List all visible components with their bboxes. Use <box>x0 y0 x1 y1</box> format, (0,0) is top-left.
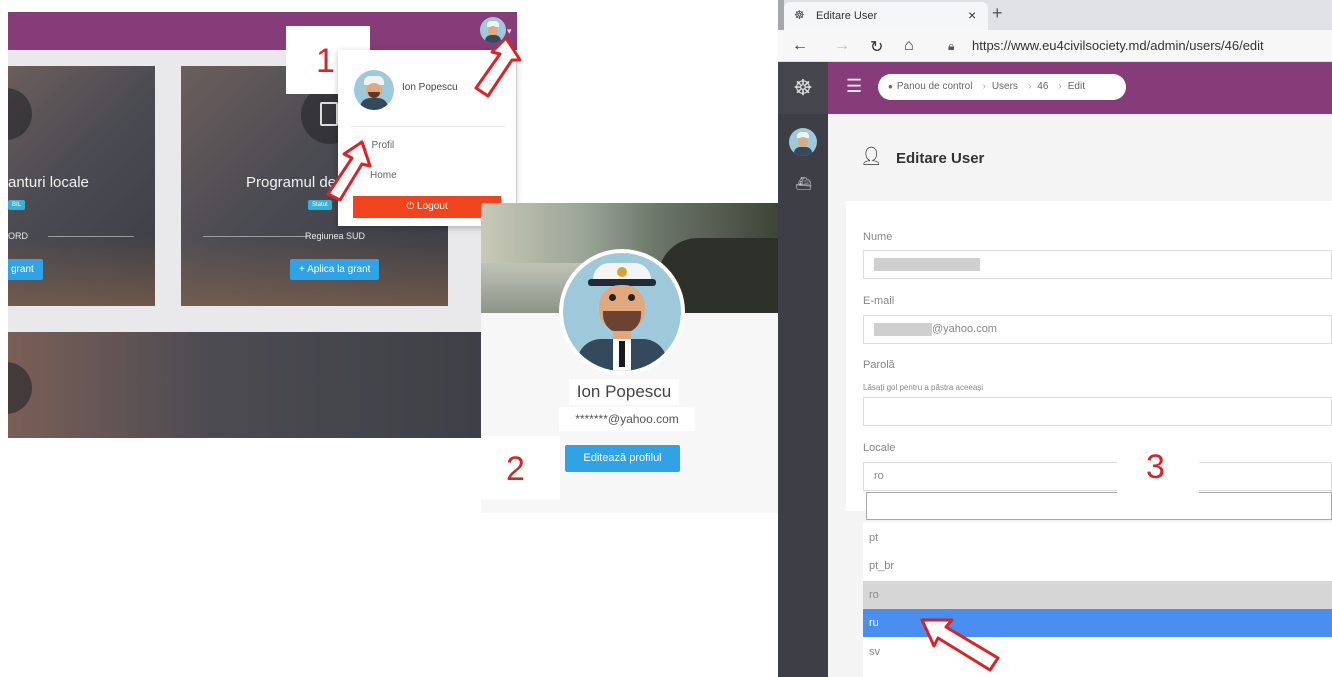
step-number-1: 1 <box>316 42 335 80</box>
document-icon <box>320 102 338 126</box>
locale-label: Locale <box>863 442 896 454</box>
status-badge: BIL <box>8 200 26 210</box>
card-region: ORD <box>8 231 28 241</box>
password-label: Parolă <box>863 359 895 371</box>
admin-header: ☰ ● Panou de control › Users › 46 › Edit <box>828 62 1332 114</box>
menu-icon[interactable]: ☰ <box>846 76 862 97</box>
step-number-3: 3 <box>1146 448 1165 486</box>
locale-search-input[interactable] <box>866 492 1332 520</box>
breadcrumb-item[interactable]: 46 <box>1037 81 1048 92</box>
panel-admin-edit-user: ☸ Editare User × + ← → ↻ ⌂ 🔒︎ https://ww… <box>778 0 1332 677</box>
dropdown-item-label: Profil <box>371 140 395 151</box>
grant-card[interactable] <box>8 332 517 438</box>
breadcrumb-item[interactable]: Panou de control <box>897 81 973 92</box>
dropdown-item-home[interactable]: Home <box>370 170 397 181</box>
chevron-right-icon: › <box>1058 81 1062 92</box>
redacted-value <box>874 257 980 271</box>
locale-option[interactable]: pt_br <box>863 552 1332 580</box>
locale-select[interactable]: ro <box>863 462 1332 491</box>
locale-option[interactable]: pt <box>863 524 1332 552</box>
dropdown-divider <box>350 126 505 127</box>
pointer-arrow-icon <box>920 618 1000 672</box>
email-input[interactable]: @yahoo.com <box>863 315 1332 344</box>
browser-tab[interactable]: ☸ Editare User × <box>784 2 988 30</box>
name-label: Nume <box>863 231 893 243</box>
url-field[interactable]: https://www.eu4civilsociety.md/admin/use… <box>972 38 1264 53</box>
breadcrumb-item: Edit <box>1067 81 1085 92</box>
edit-profile-button[interactable]: Editează profilul <box>565 445 680 472</box>
card-background <box>8 332 517 438</box>
step-number-2: 2 <box>506 450 525 488</box>
ship-icon[interactable]: ⛴ <box>795 176 812 192</box>
admin-sidebar: ☸ ⛴ <box>778 62 828 677</box>
breadcrumb-item[interactable]: Users <box>992 81 1018 92</box>
grant-card[interactable]: anturi locale BIL ORD grant <box>8 66 155 306</box>
profile-user-name: Ion Popescu <box>569 379 679 405</box>
user-icon: 👤︎ <box>860 146 883 166</box>
card-title: anturi locale <box>8 174 89 191</box>
avatar <box>559 249 685 375</box>
page-title: Editare User <box>896 150 985 167</box>
card-divider <box>203 236 308 237</box>
back-arrow-icon[interactable]: ← <box>792 37 808 55</box>
browser-address-bar: ← → ↻ ⌂ 🔒︎ https://www.eu4civilsociety.m… <box>778 30 1332 62</box>
power-icon: ⏻ <box>406 201 415 212</box>
logout-label: Logout <box>417 201 448 212</box>
apply-grant-button[interactable]: grant <box>8 259 43 280</box>
lock-icon: 🔒︎ <box>948 39 955 53</box>
profile-email: *******@yahoo.com <box>559 407 695 431</box>
helm-icon: ☸ <box>794 8 805 22</box>
reload-icon[interactable]: ↻ <box>870 37 883 57</box>
helm-icon[interactable]: ☸ <box>778 62 828 114</box>
name-input[interactable] <box>863 250 1332 279</box>
redacted-value <box>874 322 932 336</box>
password-help: Lăsați gol pentru a păstra aceeași <box>863 383 984 392</box>
browser-tab-bar: ☸ Editare User × + <box>778 0 1332 30</box>
logout-button[interactable]: ⏻ Logout <box>353 196 501 218</box>
forward-arrow-icon[interactable]: → <box>834 37 850 55</box>
dropdown-user-name: Ion Popescu <box>402 82 458 93</box>
close-icon[interactable]: × <box>968 7 976 23</box>
breadcrumb: ● Panou de control › Users › 46 › Edit <box>878 74 1126 100</box>
password-input[interactable] <box>863 397 1332 426</box>
apply-grant-button[interactable]: + Aplica la grant <box>290 259 380 280</box>
avatar <box>354 70 394 110</box>
dropdown-item-label: Home <box>370 170 397 181</box>
top-navbar <box>8 12 517 50</box>
tab-title: Editare User <box>816 10 878 22</box>
pointer-arrow-icon <box>474 36 522 98</box>
email-value: @yahoo.com <box>932 323 997 335</box>
pointer-arrow-icon <box>326 140 372 202</box>
chevron-right-icon: › <box>1027 81 1032 92</box>
new-tab-icon[interactable]: + <box>992 3 1003 24</box>
card-region: Regiunea SUD <box>305 231 366 241</box>
card-divider <box>48 236 134 237</box>
locale-option-highlighted[interactable]: ro <box>863 581 1332 609</box>
chevron-right-icon: › <box>982 81 986 92</box>
avatar[interactable] <box>789 128 817 156</box>
home-icon[interactable]: ⌂ <box>904 37 914 55</box>
composite-tutorial-screenshot: anturi locale BIL ORD grant Programul de… <box>0 0 1332 677</box>
email-label: E-mail <box>863 295 895 307</box>
dashboard-icon: ● <box>888 82 893 91</box>
